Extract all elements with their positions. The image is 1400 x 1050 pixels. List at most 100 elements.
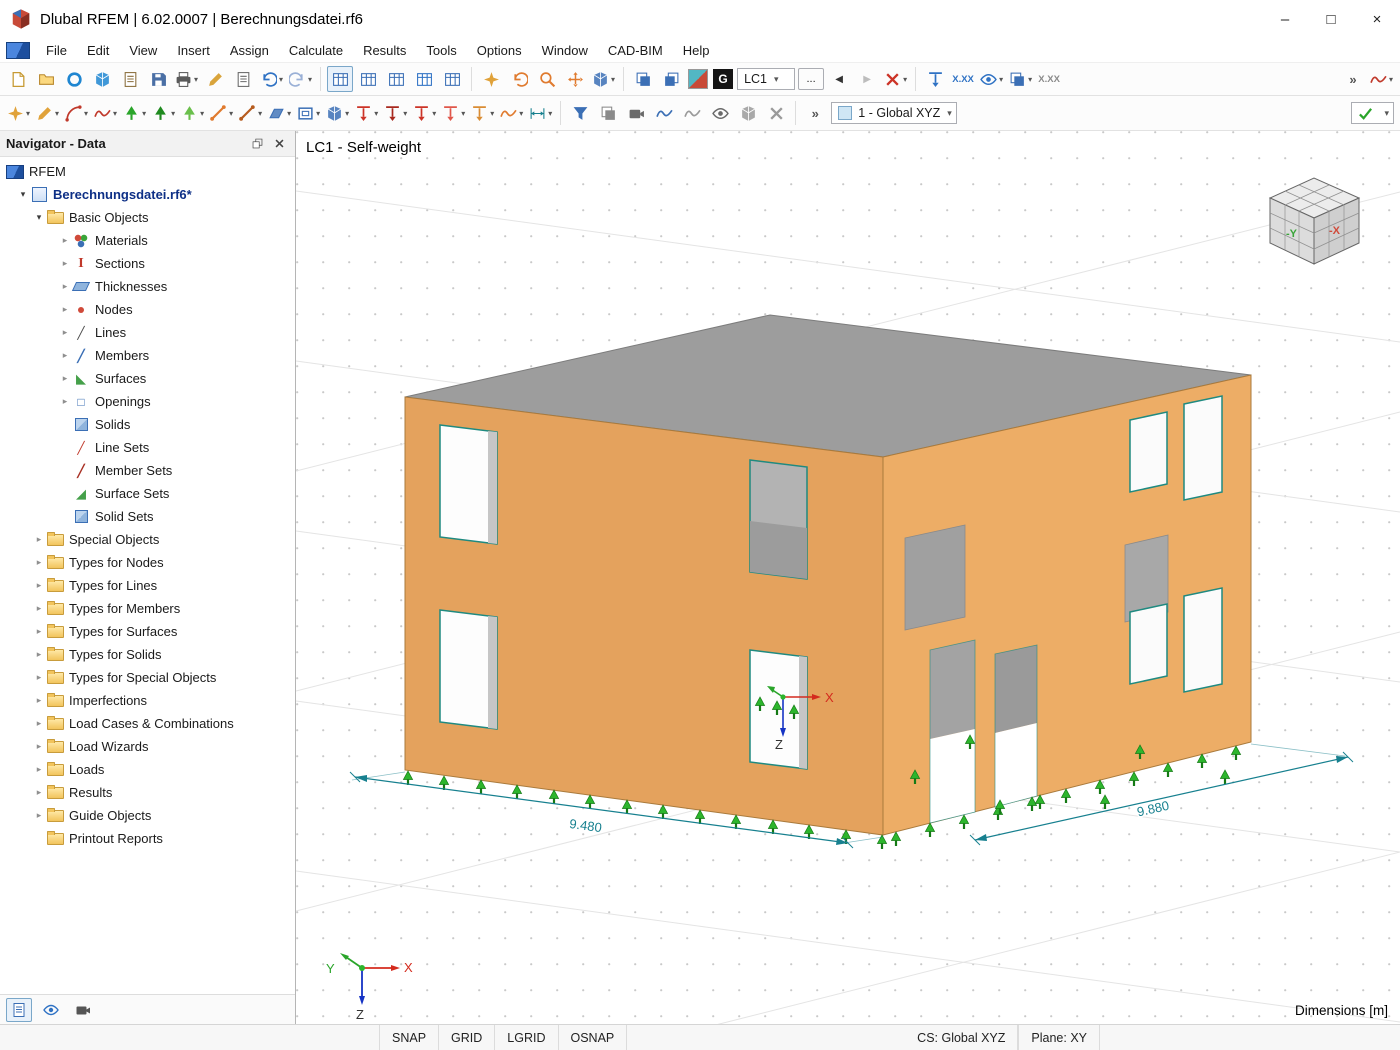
coordinate-system-status[interactable]: CS: Global XYZ: [905, 1025, 1019, 1050]
work-plane-status[interactable]: Plane: XY: [1018, 1025, 1100, 1050]
tree-item-surfaces[interactable]: ▸ ◣ Surfaces: [0, 367, 295, 390]
insert-solid-button[interactable]: ▾: [324, 100, 351, 126]
chevron-collapsed-icon[interactable]: ▸: [58, 396, 72, 407]
dropdown-arrow-icon[interactable]: ▾: [903, 75, 907, 84]
dropdown-arrow-icon[interactable]: ▾: [999, 75, 1003, 84]
dropdown-arrow-icon[interactable]: ▾: [345, 109, 349, 118]
connect-bim-button[interactable]: [89, 66, 115, 92]
minimize-button[interactable]: –: [1262, 0, 1308, 38]
rotate-view-button[interactable]: [506, 66, 532, 92]
dropdown-arrow-icon[interactable]: ▾: [403, 109, 407, 118]
redo-button[interactable]: ▾: [287, 66, 314, 92]
dropdown-arrow-icon[interactable]: ▾: [611, 75, 615, 84]
clipping-plane-button[interactable]: [595, 100, 621, 126]
surface-load-button[interactable]: ▾: [440, 100, 467, 126]
tree-item-openings[interactable]: ▸ □ Openings: [0, 390, 295, 413]
tree-item-types-for-nodes[interactable]: ▸ Types for Nodes: [0, 551, 295, 574]
tree-item-types-for-members[interactable]: ▸ Types for Members: [0, 597, 295, 620]
undo-button[interactable]: ▾: [258, 66, 285, 92]
tree-item-printout-reports[interactable]: Printout Reports: [0, 827, 295, 850]
tree-item-basic-objects[interactable]: ▾ Basic Objects: [0, 206, 295, 229]
window-opening[interactable]: [1129, 603, 1168, 685]
free-load-button[interactable]: ▾: [469, 100, 496, 126]
arrange-views-button[interactable]: [735, 100, 761, 126]
coordinate-system-combo[interactable]: 1 - Global XYZ ▾: [831, 102, 957, 124]
menu-file[interactable]: File: [36, 40, 77, 61]
open-model-button[interactable]: [33, 66, 59, 92]
dropdown-arrow-icon[interactable]: ▾: [308, 75, 312, 84]
float-panel-button[interactable]: [247, 135, 267, 153]
dropdown-arrow-icon[interactable]: ▾: [548, 109, 552, 118]
table-export-button[interactable]: [439, 66, 465, 92]
lgrid-toggle[interactable]: LGRID: [495, 1025, 559, 1050]
chevron-collapsed-icon[interactable]: ▸: [32, 764, 46, 775]
edit-printout-button[interactable]: [202, 66, 228, 92]
tree-item-load-wizards[interactable]: ▸ Load Wizards: [0, 735, 295, 758]
maximize-button[interactable]: □: [1308, 0, 1354, 38]
show-tables-button[interactable]: [327, 66, 354, 92]
new-model-button[interactable]: [5, 66, 31, 92]
delete-load-case-button[interactable]: ▾: [882, 66, 909, 92]
dropdown-arrow-icon[interactable]: ▾: [229, 109, 233, 118]
chevron-collapsed-icon[interactable]: ▸: [32, 557, 46, 568]
dropdown-arrow-icon[interactable]: ▾: [519, 109, 523, 118]
printout-report-button[interactable]: [230, 66, 256, 92]
3d-scene[interactable]: 9.480 9.880 X Z X Y Z -Y -X: [296, 131, 1400, 1024]
menu-tools[interactable]: Tools: [416, 40, 466, 61]
tree-item-model-file[interactable]: ▾ Berechnungsdatei.rf6*: [0, 183, 295, 206]
save-button[interactable]: [145, 66, 171, 92]
result-diagram-button[interactable]: [651, 100, 677, 126]
chevron-collapsed-icon[interactable]: ▸: [32, 649, 46, 660]
tree-item-member-sets[interactable]: ╱ Member Sets: [0, 459, 295, 482]
dropdown-arrow-icon[interactable]: ▾: [461, 109, 465, 118]
osnap-toggle[interactable]: OSNAP: [559, 1025, 628, 1050]
split-vertical-button[interactable]: [658, 66, 684, 92]
chevron-down-icon[interactable]: ▾: [1384, 108, 1389, 119]
chevron-expanded-icon[interactable]: ▾: [32, 212, 46, 223]
imperfection-button[interactable]: ▾: [498, 100, 525, 126]
cube-face-x-label[interactable]: -X: [1329, 225, 1341, 237]
dropdown-arrow-icon[interactable]: ▾: [142, 109, 146, 118]
calculate-button[interactable]: ▾: [1368, 66, 1395, 92]
numbering-button[interactable]: ▾: [1007, 66, 1034, 92]
window-opening[interactable]: [439, 424, 498, 545]
window-opening[interactable]: [439, 609, 498, 730]
menu-assign[interactable]: Assign: [220, 40, 279, 61]
load-case-prev-button[interactable]: ◀: [826, 66, 852, 92]
result-values-button[interactable]: X.XX: [1036, 66, 1062, 92]
load-case-next-button[interactable]: ▶: [854, 66, 880, 92]
chevron-expanded-icon[interactable]: ▾: [16, 189, 30, 200]
close-button[interactable]: ×: [1354, 0, 1400, 38]
load-case-combo[interactable]: LC1 ▾: [737, 68, 796, 90]
chevron-collapsed-icon[interactable]: ▸: [32, 810, 46, 821]
chevron-collapsed-icon[interactable]: ▸: [32, 580, 46, 591]
tree-item-nodes[interactable]: ▸ Nodes: [0, 298, 295, 321]
line-support-button[interactable]: ▾: [150, 100, 177, 126]
tree-item-solids[interactable]: Solids: [0, 413, 295, 436]
tree-item-lines[interactable]: ▸ ╱ Lines: [0, 321, 295, 344]
toolbar-overflow-button[interactable]: »: [1340, 66, 1366, 92]
nodal-support-button[interactable]: ▾: [121, 100, 148, 126]
tree-item-line-sets[interactable]: ╱ Line Sets: [0, 436, 295, 459]
zoom-view-button[interactable]: [534, 66, 560, 92]
chevron-collapsed-icon[interactable]: ▸: [32, 626, 46, 637]
toolbar-overflow-button[interactable]: »: [802, 100, 828, 126]
load-case-type-badge[interactable]: G: [713, 69, 734, 89]
insert-line-button[interactable]: ▾: [34, 100, 61, 126]
dropdown-arrow-icon[interactable]: ▾: [113, 109, 117, 118]
chevron-collapsed-icon[interactable]: ▸: [32, 603, 46, 614]
dropdown-arrow-icon[interactable]: ▾: [55, 109, 59, 118]
insert-node-button[interactable]: ▾: [5, 100, 32, 126]
door-opening[interactable]: [994, 644, 1038, 808]
tree-item-types-for-special-objects[interactable]: ▸ Types for Special Objects: [0, 666, 295, 689]
chevron-collapsed-icon[interactable]: ▸: [58, 258, 72, 269]
show-loads-button[interactable]: [922, 66, 948, 92]
menu-results[interactable]: Results: [353, 40, 416, 61]
model-building[interactable]: [404, 314, 1252, 836]
visibility-filter-combo[interactable]: ▾: [1351, 102, 1394, 124]
paste-button[interactable]: [117, 66, 143, 92]
insert-surface-button[interactable]: ▾: [266, 100, 293, 126]
chevron-collapsed-icon[interactable]: ▸: [32, 672, 46, 683]
tree-item-types-for-lines[interactable]: ▸ Types for Lines: [0, 574, 295, 597]
tree-item-imperfections[interactable]: ▸ Imperfections: [0, 689, 295, 712]
